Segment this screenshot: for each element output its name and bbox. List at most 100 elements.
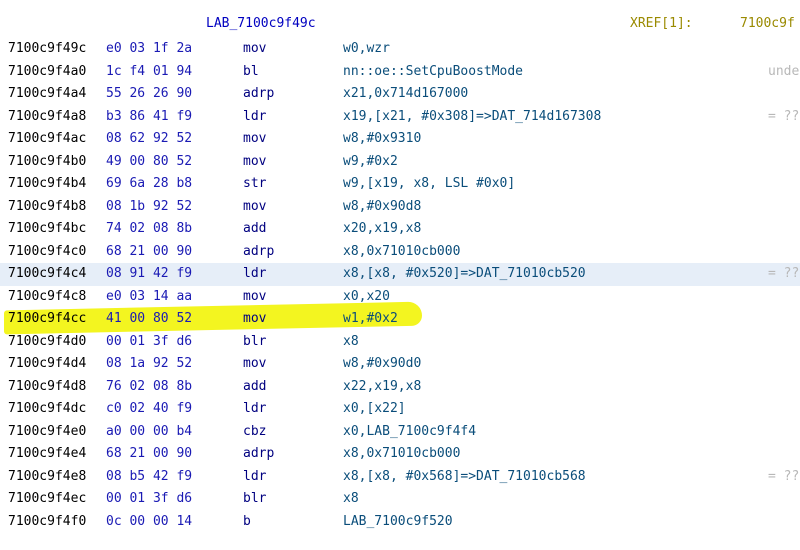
instruction-operands[interactable]: w8,#0x9310 [343,131,421,146]
instruction-address[interactable]: 7100c9f4ec [8,491,86,506]
instruction-address[interactable]: 7100c9f4bc [8,221,86,236]
instruction-bytes: 49 00 80 52 [106,153,193,169]
instruction-address[interactable]: 7100c9f4f0 [8,514,86,529]
instruction-address[interactable]: 7100c9f4e0 [8,424,86,439]
instruction-row[interactable]: 7100c9f4c4 08 91 42 f9 ldr x8,[x8, #0x520]=… [0,263,800,286]
xref-label: XREF[1]: [630,16,693,31]
instruction-row[interactable]: 7100c9f4ac 08 62 92 52 mov w8,#0x9310 [0,128,800,151]
instruction-row[interactable]: 7100c9f4e0 a0 00 00 b4 cbz x0,LAB_7100c9f4f… [0,421,800,444]
instruction-address[interactable]: 7100c9f4e8 [8,469,86,484]
instruction-mnemonic[interactable]: add [243,221,266,236]
instruction-operands[interactable]: x0,[x22] [343,401,406,416]
instruction-row[interactable]: 7100c9f4a0 1c f4 01 94 bl nn::oe::SetCpuBoo… [0,61,800,84]
instruction-address[interactable]: 7100c9f4c0 [8,244,86,259]
instruction-address[interactable]: 7100c9f49c [8,41,86,56]
instruction-mnemonic[interactable]: str [243,176,266,191]
instruction-row[interactable]: 7100c9f4f0 0c 00 00 14 b LAB_7100c9f520 [0,511,800,534]
instruction-row[interactable]: 7100c9f4b0 49 00 80 52 mov w9,#0x2 [0,151,800,174]
instruction-operands[interactable]: x8,[x8, #0x520]=>DAT_71010cb520 [343,266,586,281]
xref-address[interactable]: 7100c9f [740,16,795,31]
instruction-operands[interactable]: x20,x19,x8 [343,221,421,236]
instruction-operands[interactable]: w9,[x19, x8, LSL #0x0] [343,176,515,191]
instruction-mnemonic[interactable]: ldr [243,401,266,416]
instruction-row[interactable]: 7100c9f4c0 68 21 00 90 adrp x8,0x71010cb000 [0,241,800,264]
instruction-operands[interactable]: x8 [343,491,359,506]
instruction-mnemonic[interactable]: cbz [243,424,266,439]
instruction-operands[interactable]: w9,#0x2 [343,154,398,169]
instruction-mnemonic[interactable]: b [243,514,251,529]
instruction-row[interactable]: 7100c9f4d4 08 1a 92 52 mov w8,#0x90d0 [0,353,800,376]
instruction-mnemonic[interactable]: bl [243,64,259,79]
instruction-address[interactable]: 7100c9f4ac [8,131,86,146]
instruction-operands[interactable]: x8,0x71010cb000 [343,244,460,259]
instruction-row[interactable]: 7100c9f4b8 08 1b 92 52 mov w8,#0x90d8 [0,196,800,219]
code-label[interactable]: LAB_7100c9f49c [206,16,316,31]
instruction-operands[interactable]: w0,wzr [343,41,390,56]
instruction-address[interactable]: 7100c9f4d4 [8,356,86,371]
instruction-operands[interactable]: w1,#0x2 [343,311,398,326]
instruction-operands[interactable]: nn::oe::SetCpuBoostMode [343,64,523,79]
instruction-row[interactable]: 7100c9f4a8 b3 86 41 f9 ldr x19,[x21, #0x308… [0,106,800,129]
instruction-address[interactable]: 7100c9f4cc [8,311,86,326]
instruction-mnemonic[interactable]: blr [243,334,266,349]
instruction-mnemonic[interactable]: mov [243,356,266,371]
instruction-bytes: 00 01 3f d6 [106,491,193,506]
instruction-bytes: e0 03 14 aa [106,288,193,304]
instruction-address[interactable]: 7100c9f4e4 [8,446,86,461]
instruction-operands[interactable]: LAB_7100c9f520 [343,514,453,529]
instruction-mnemonic[interactable]: mov [243,311,266,326]
instruction-address[interactable]: 7100c9f4d0 [8,334,86,349]
instruction-mnemonic[interactable]: blr [243,491,266,506]
instruction-operands[interactable]: x22,x19,x8 [343,379,421,394]
instruction-operands[interactable]: x0,LAB_7100c9f4f4 [343,424,476,439]
instruction-address[interactable]: 7100c9f4d8 [8,379,86,394]
instruction-mnemonic[interactable]: ldr [243,266,266,281]
instruction-mnemonic[interactable]: adrp [243,86,274,101]
instruction-mnemonic[interactable]: mov [243,131,266,146]
instruction-address[interactable]: 7100c9f4c8 [8,289,86,304]
instruction-address[interactable]: 7100c9f4a4 [8,86,86,101]
instruction-address[interactable]: 7100c9f4b0 [8,154,86,169]
instruction-operands[interactable]: x0,x20 [343,289,390,304]
instruction-row[interactable]: 7100c9f4dc c0 02 40 f9 ldr x0,[x22] [0,398,800,421]
instruction-comment: = ?? [768,468,800,484]
instruction-mnemonic[interactable]: mov [243,41,266,56]
instruction-operands[interactable]: x8 [343,334,359,349]
instruction-address[interactable]: 7100c9f4a0 [8,64,86,79]
instruction-operands[interactable]: x21,0x714d167000 [343,86,468,101]
instruction-row[interactable]: 7100c9f4e4 68 21 00 90 adrp x8,0x71010cb000 [0,443,800,466]
instruction-mnemonic[interactable]: mov [243,154,266,169]
instruction-mnemonic[interactable]: ldr [243,109,266,124]
instruction-bytes: 76 02 08 8b [106,378,193,394]
instruction-row[interactable]: 7100c9f4a4 55 26 26 90 adrp x21,0x714d16700… [0,83,800,106]
instruction-operands[interactable]: x8,[x8, #0x568]=>DAT_71010cb568 [343,469,586,484]
instruction-comment: = ?? [768,108,800,124]
instruction-address[interactable]: 7100c9f4b8 [8,199,86,214]
instruction-address[interactable]: 7100c9f4a8 [8,109,86,124]
instruction-row[interactable]: 7100c9f4d8 76 02 08 8b add x22,x19,x8 [0,376,800,399]
instruction-row[interactable]: 7100c9f4d0 00 01 3f d6 blr x8 [0,331,800,354]
instruction-bytes: 41 00 80 52 [106,311,193,326]
instruction-row[interactable]: 7100c9f4b4 69 6a 28 b8 str w9,[x19, x8, LSL… [0,173,800,196]
instruction-operands[interactable]: w8,#0x90d0 [343,356,421,371]
instruction-bytes: 08 91 42 f9 [106,266,193,281]
instruction-operands[interactable]: x19,[x21, #0x308]=>DAT_714d167308 [343,109,601,124]
instruction-mnemonic[interactable]: add [243,379,266,394]
instruction-address[interactable]: 7100c9f4b4 [8,176,86,191]
instruction-row[interactable]: 7100c9f4cc 41 00 80 52 mov w1,#0x2 [0,301,800,335]
instruction-operands[interactable]: w8,#0x90d8 [343,199,421,214]
instruction-mnemonic[interactable]: mov [243,289,266,304]
instruction-row[interactable]: 7100c9f4ec 00 01 3f d6 blr x8 [0,488,800,511]
instruction-mnemonic[interactable]: ldr [243,469,266,484]
instruction-bytes: e0 03 1f 2a [106,41,193,56]
instruction-mnemonic[interactable]: mov [243,199,266,214]
instruction-row[interactable]: 7100c9f4e8 08 b5 42 f9 ldr x8,[x8, #0x568]=… [0,466,800,489]
instruction-bytes: 08 62 92 52 [106,131,193,146]
instruction-mnemonic[interactable]: adrp [243,446,274,461]
instruction-operands[interactable]: x8,0x71010cb000 [343,446,460,461]
instruction-address[interactable]: 7100c9f4dc [8,401,86,416]
instruction-row[interactable]: 7100c9f49c e0 03 1f 2a mov w0,wzr [0,38,800,61]
instruction-row[interactable]: 7100c9f4bc 74 02 08 8b add x20,x19,x8 [0,218,800,241]
instruction-address[interactable]: 7100c9f4c4 [8,266,86,281]
instruction-mnemonic[interactable]: adrp [243,244,274,259]
